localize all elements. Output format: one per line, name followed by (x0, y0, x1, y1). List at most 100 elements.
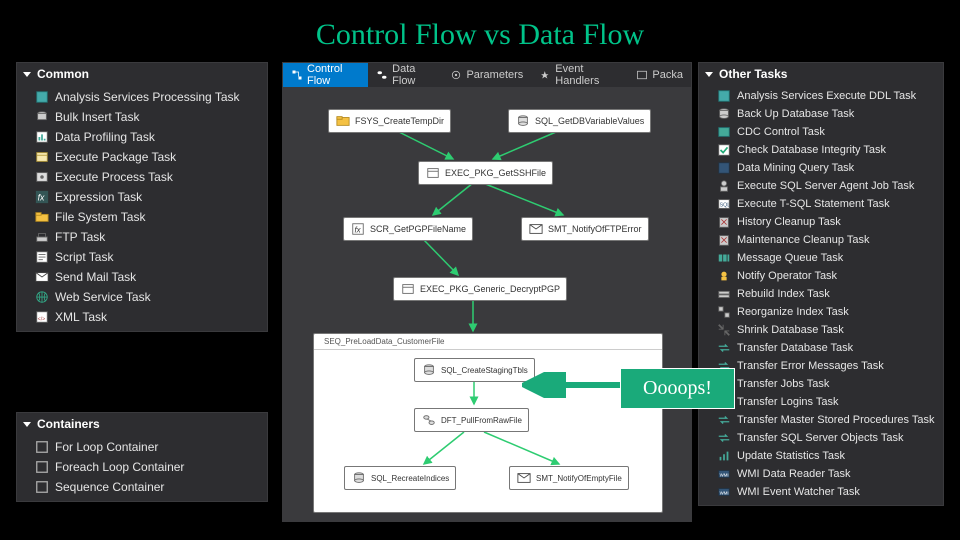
seq-node-sql-recreate[interactable]: SQL_RecreateIndices (344, 466, 456, 490)
toolbox-other-header[interactable]: Other Tasks (699, 63, 943, 85)
cube-icon (35, 90, 49, 104)
item-label: CDC Control Task (737, 125, 825, 140)
item-label: Transfer Database Task (737, 341, 853, 356)
container-item[interactable]: For Loop Container (17, 437, 267, 457)
container-item[interactable]: Foreach Loop Container (17, 457, 267, 477)
other-item[interactable]: Transfer Master Stored Procedures Task (699, 411, 943, 429)
control-flow-canvas[interactable]: FSYS_CreateTempDir SQL_GetDBVariableValu… (283, 87, 691, 521)
other-item[interactable]: WMIWMI Data Reader Task (699, 465, 943, 483)
other-item[interactable]: Execute SQL Server Agent Job Task (699, 177, 943, 195)
flow-node-fsys[interactable]: FSYS_CreateTempDir (328, 109, 451, 133)
item-label: Execute SQL Server Agent Job Task (737, 179, 914, 194)
svg-text:</>: </> (38, 317, 46, 323)
item-label: Reorganize Index Task (737, 305, 849, 320)
node-label: DFT_PullFromRawFile (441, 416, 522, 425)
cleanup-icon (717, 215, 731, 229)
designer-tab[interactable]: Packa (628, 63, 691, 87)
ftp-icon (35, 230, 49, 244)
common-item[interactable]: Script Task (17, 247, 267, 267)
node-label: SQL_CreateStagingTbls (441, 366, 528, 375)
designer-tab[interactable]: Control Flow (283, 63, 368, 87)
other-item[interactable]: WMIWMI Event Watcher Task (699, 483, 943, 501)
queue-icon (717, 251, 731, 265)
item-label: Data Mining Query Task (737, 161, 854, 176)
common-item[interactable]: fxExpression Task (17, 187, 267, 207)
other-item[interactable]: Transfer Error Messages Task (699, 357, 943, 375)
item-label: Update Statistics Task (737, 449, 845, 464)
flow-node-sql-getvars[interactable]: SQL_GetDBVariableValues (508, 109, 651, 133)
common-item[interactable]: </> XML Task (17, 307, 267, 327)
params-icon (450, 69, 462, 81)
common-item[interactable]: Analysis Services Processing Task (17, 87, 267, 107)
agent-icon (717, 179, 731, 193)
other-item[interactable]: SQLExecute T-SQL Statement Task (699, 195, 943, 213)
check-icon (717, 143, 731, 157)
seq-node-dft-pull[interactable]: DFT_PullFromRawFile (414, 408, 529, 432)
other-item[interactable]: Transfer Jobs Task (699, 375, 943, 393)
container-item[interactable]: Sequence Container (17, 477, 267, 497)
designer-tab[interactable]: Data Flow (368, 63, 442, 87)
item-label: Expression Task (55, 189, 142, 205)
toolbox-containers-header[interactable]: Containers (17, 413, 267, 435)
item-label: Foreach Loop Container (55, 459, 184, 475)
process-icon (35, 170, 49, 184)
flow-node-exec-decrypt[interactable]: EXEC_PKG_Generic_DecryptPGP (393, 277, 567, 301)
db-insert-icon (35, 110, 49, 124)
flow-node-smt-ftp-error[interactable]: SMT_NotifyOfFTPError (521, 217, 649, 241)
other-item[interactable]: Message Queue Task (699, 249, 943, 267)
dataflow-icon (421, 412, 437, 428)
other-item[interactable]: Update Statistics Task (699, 447, 943, 465)
item-label: Check Database Integrity Task (737, 143, 886, 158)
common-item[interactable]: Web Service Task (17, 287, 267, 307)
other-item[interactable]: Check Database Integrity Task (699, 141, 943, 159)
common-item[interactable]: Execute Package Task (17, 147, 267, 167)
callout-arrow (522, 372, 622, 398)
item-label: Notify Operator Task (737, 269, 837, 284)
seq-node-sql-staging[interactable]: SQL_CreateStagingTbls (414, 358, 535, 382)
seq-node-smt-empty[interactable]: SMT_NotifyOfEmptyFile (509, 466, 629, 490)
other-item[interactable]: Transfer SQL Server Objects Task (699, 429, 943, 447)
other-item[interactable]: Shrink Database Task (699, 321, 943, 339)
other-item[interactable]: Analysis Services Execute DDL Task (699, 87, 943, 105)
flow-icon (291, 69, 303, 81)
other-item[interactable]: Back Up Database Task (699, 105, 943, 123)
item-label: Message Queue Task (737, 251, 843, 266)
common-item[interactable]: FTP Task (17, 227, 267, 247)
sequence-container[interactable]: SEQ_PreLoadData_CustomerFile SQL_CreateS… (313, 333, 663, 513)
db-icon (421, 362, 437, 378)
svg-text:WMI: WMI (720, 473, 729, 478)
globe-icon (35, 290, 49, 304)
item-label: XML Task (55, 309, 107, 325)
other-item[interactable]: Maintenance Cleanup Task (699, 231, 943, 249)
tab-label: Data Flow (392, 63, 434, 87)
other-item[interactable]: Data Mining Query Task (699, 159, 943, 177)
caret-down-icon (705, 72, 713, 77)
common-item[interactable]: Bulk Insert Task (17, 107, 267, 127)
toolbox-common-panel: Common Analysis Services Processing Task… (16, 62, 268, 332)
common-item[interactable]: Execute Process Task (17, 167, 267, 187)
toolbox-common-header[interactable]: Common (17, 63, 267, 85)
item-label: Script Task (55, 249, 113, 265)
designer-tab[interactable]: Parameters (442, 63, 531, 87)
other-item[interactable]: Transfer Database Task (699, 339, 943, 357)
other-item[interactable]: Transfer Logins Task (699, 393, 943, 411)
common-item[interactable]: File System Task (17, 207, 267, 227)
designer-tab[interactable]: Event Handlers (531, 63, 628, 87)
package-icon (35, 150, 49, 164)
item-label: Transfer Logins Task (737, 395, 839, 410)
item-label: Send Mail Task (55, 269, 136, 285)
other-item[interactable]: Rebuild Index Task (699, 285, 943, 303)
item-label: Shrink Database Task (737, 323, 844, 338)
flow-node-exec-ssh[interactable]: EXEC_PKG_GetSSHFile (418, 161, 553, 185)
script-icon: fx (350, 221, 366, 237)
other-item[interactable]: History Cleanup Task (699, 213, 943, 231)
flow-node-scr-pgp[interactable]: fx SCR_GetPGPFileName (343, 217, 473, 241)
other-item[interactable]: Reorganize Index Task (699, 303, 943, 321)
svg-text:WMI: WMI (720, 491, 729, 496)
other-item[interactable]: Notify Operator Task (699, 267, 943, 285)
common-item[interactable]: Data Profiling Task (17, 127, 267, 147)
mail-icon (528, 221, 544, 237)
common-item[interactable]: Send Mail Task (17, 267, 267, 287)
other-item[interactable]: CDC Control Task (699, 123, 943, 141)
callout-text: Oooops! (643, 377, 712, 399)
